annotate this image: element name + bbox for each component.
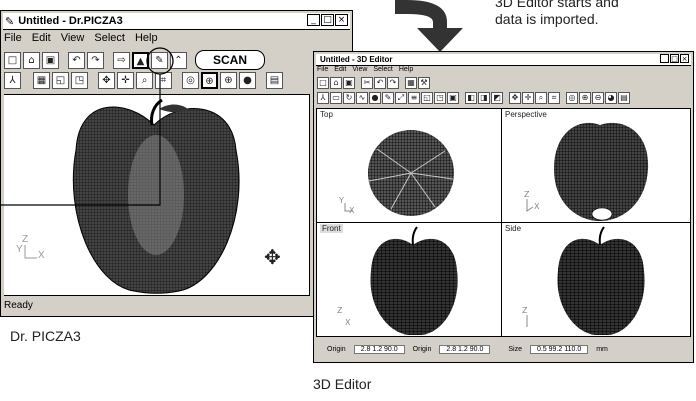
view-top[interactable]: Top Y X xyxy=(316,108,502,223)
svg-text:X: X xyxy=(345,318,351,327)
apple-side-mesh: Z xyxy=(522,226,645,335)
status-origin-value: 2.8 1.2 90.0 xyxy=(353,345,405,354)
view-side-label: Side xyxy=(505,224,522,233)
editor-globe2-icon[interactable]: ⊖ xyxy=(592,92,604,104)
editor-open-icon[interactable]: ⌂ xyxy=(330,77,342,89)
view-top-label: Top xyxy=(320,110,333,119)
globe-icon[interactable]: ⊕ xyxy=(201,72,218,89)
editor-render-icon[interactable]: ▤ xyxy=(618,92,630,104)
editor-select3-icon[interactable]: ▣ xyxy=(447,92,459,104)
picza-titlebar: ✎ Untitled - Dr.PICZA3 _ □ × xyxy=(3,13,350,30)
status-origin2-value: 2.8 1.2 90.0 xyxy=(439,345,491,354)
axis-x-label: X xyxy=(38,250,45,261)
editor-cut-icon[interactable]: ✂ xyxy=(361,77,373,89)
editor-shaded-icon[interactable]: ◕ xyxy=(605,92,617,104)
editor-close-button[interactable]: × xyxy=(680,54,689,63)
editor-menu-file[interactable]: File xyxy=(317,66,328,73)
editor-redo-icon[interactable]: ↷ xyxy=(387,77,399,89)
scan-button[interactable]: SCAN xyxy=(195,50,265,70)
status-size-value: 0.5 99.2 110.0 xyxy=(529,345,589,354)
editor-axis-icon[interactable]: ⅄ xyxy=(317,92,329,104)
editor-menu-edit[interactable]: Edit xyxy=(334,66,346,73)
render-icon[interactable]: ▤ xyxy=(266,72,283,89)
picza-title: Untitled - Dr.PICZA3 xyxy=(18,15,123,27)
editor-select2-icon[interactable]: ◳ xyxy=(434,92,446,104)
view-front[interactable]: Front Z X xyxy=(316,222,502,337)
editor-view3-icon[interactable]: ◩ xyxy=(491,92,503,104)
editor-statusbar: Origin 2.8 1.2 90.0 Origin 2.8 1.2 90.0 … xyxy=(317,345,690,354)
curved-arrow xyxy=(395,0,463,52)
status-origin2-label: Origin xyxy=(412,346,432,353)
app-icon: ✎ xyxy=(5,15,15,28)
status-unit: mm xyxy=(596,346,608,353)
editor-pan-icon[interactable]: ✛ xyxy=(522,92,534,104)
editor-caption: 3D Editor xyxy=(313,376,372,392)
wire-globe-icon[interactable]: ⊕ xyxy=(220,72,237,89)
view-front-label: Front xyxy=(320,224,343,233)
callout-line-1: 3D Editor starts and xyxy=(495,0,619,10)
editor-toolbar-2: ⅄ ▭ ↻ ∿ ● ✎ ⤢ ≡ ◱ ◳ ▣ ◧ ◨ ◩ ✥ ✛ ⌕ ⌗ ◎ ⊕ … xyxy=(317,92,690,104)
view-perspective-label: Perspective xyxy=(505,110,547,119)
apple-front-mesh: Z X xyxy=(337,226,458,335)
editor-rotate-icon[interactable]: ↻ xyxy=(343,92,355,104)
status-size-label: Size xyxy=(508,346,522,353)
editor-globe-icon[interactable]: ⊕ xyxy=(579,92,591,104)
minimize-button[interactable]: _ xyxy=(307,14,320,26)
editor-window: Untitled - 3D Editor _ □ × File Edit Vie… xyxy=(313,51,694,363)
editor-curve-icon[interactable]: ∿ xyxy=(356,92,368,104)
svg-text:Z: Z xyxy=(524,190,530,199)
callout-text: 3D Editor starts and data is imported. xyxy=(495,0,619,28)
editor-wire-icon[interactable]: ◎ xyxy=(566,92,578,104)
status-origin-label: Origin xyxy=(327,346,346,353)
picza-statusbar: Ready xyxy=(4,300,349,311)
editor-menubar: File Edit View Select Help xyxy=(317,66,690,73)
editor-menu-help[interactable]: Help xyxy=(399,66,413,73)
editor-view1-icon[interactable]: ◧ xyxy=(465,92,477,104)
editor-save-icon[interactable]: ▣ xyxy=(343,77,355,89)
editor-fit-icon[interactable]: ⌗ xyxy=(548,92,560,104)
editor-title: Untitled - 3D Editor xyxy=(320,55,393,64)
editor-scale-icon[interactable]: ⤢ xyxy=(395,92,407,104)
shaded-sphere-icon[interactable]: ● xyxy=(239,72,256,89)
editor-zoom-icon[interactable]: ⌕ xyxy=(535,92,547,104)
editor-move-icon[interactable]: ✥ xyxy=(509,92,521,104)
close-button[interactable]: × xyxy=(335,14,348,26)
svg-text:X: X xyxy=(534,202,540,211)
callout-line-2: data is imported. xyxy=(495,11,599,27)
editor-toolbar-1: □ ⌂ ▣ ✂ ↶ ↷ ▦ ⚒ xyxy=(317,77,690,89)
rotate-cursor-icon: ✥ xyxy=(264,245,281,269)
svg-text:Y: Y xyxy=(338,196,344,205)
maximize-button[interactable]: □ xyxy=(321,14,334,26)
editor-titlebar: Untitled - 3D Editor _ □ × xyxy=(316,54,691,66)
view-perspective[interactable]: Perspective Z X xyxy=(501,108,691,223)
editor-view2-icon[interactable]: ◨ xyxy=(478,92,490,104)
editor-sphere-icon[interactable]: ● xyxy=(369,92,381,104)
picza-caption: Dr. PICZA3 xyxy=(10,328,81,344)
highlight-annotation xyxy=(0,47,174,206)
editor-minimize-button[interactable]: _ xyxy=(660,54,669,63)
editor-undo-icon[interactable]: ↶ xyxy=(374,77,386,89)
editor-align-icon[interactable]: ≡ xyxy=(408,92,420,104)
svg-text:Z: Z xyxy=(337,306,343,315)
editor-grid-icon[interactable]: ▦ xyxy=(405,77,417,89)
editor-menu-select[interactable]: Select xyxy=(373,66,392,73)
editor-paint-icon[interactable]: ✎ xyxy=(382,92,394,104)
editor-select-icon[interactable]: ◱ xyxy=(421,92,433,104)
editor-rect-icon[interactable]: ▭ xyxy=(330,92,342,104)
svg-text:Z: Z xyxy=(522,306,528,315)
editor-new-icon[interactable]: □ xyxy=(317,77,329,89)
view-side[interactable]: Side Z xyxy=(501,222,691,337)
status-text: Ready xyxy=(4,300,33,311)
editor-tool-icon[interactable]: ⚒ xyxy=(418,77,430,89)
editor-menu-view[interactable]: View xyxy=(352,66,367,73)
apple-perspective-mesh: Z X xyxy=(524,122,649,221)
editor-maximize-button[interactable]: □ xyxy=(670,54,679,63)
apple-top-mesh: Y X xyxy=(338,130,454,216)
axis-lines xyxy=(24,245,37,259)
